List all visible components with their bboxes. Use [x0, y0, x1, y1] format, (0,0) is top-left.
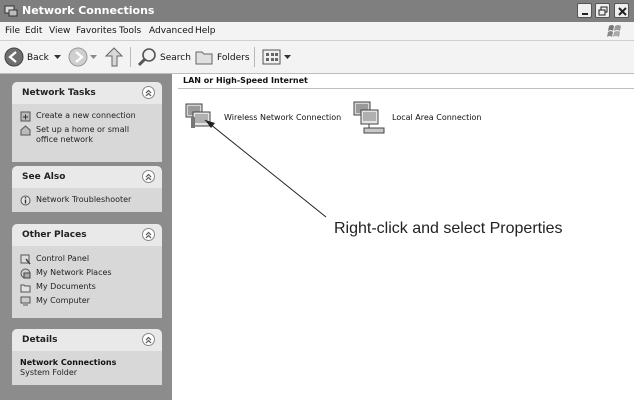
maximize-button[interactable]: [595, 3, 610, 18]
wireless-connection-item[interactable]: Wireless Network Connection: [182, 98, 342, 138]
folders-icon: [195, 51, 213, 65]
menu-bar: File Edit View Favorites Tools Advanced …: [0, 22, 634, 41]
group-divider: [178, 88, 634, 89]
home-network-icon: [20, 125, 31, 136]
details-type: System Folder: [20, 368, 78, 377]
toolbar: Back Search Folders: [0, 41, 634, 74]
minimize-button[interactable]: [577, 3, 592, 18]
network-places-icon: [20, 268, 31, 279]
panel-body: Network Troubleshooter: [12, 188, 162, 212]
help-info-icon: [20, 195, 31, 206]
title-bar: Network Connections: [0, 0, 634, 22]
panel-body: Create a new connection Set up a home or…: [12, 104, 162, 162]
collapse-chevron-icon[interactable]: [142, 86, 155, 99]
collapse-chevron-icon[interactable]: [142, 228, 155, 241]
menu-edit[interactable]: Edit: [25, 24, 42, 38]
task-label: Set up a home or small office network: [36, 125, 130, 144]
panel-title: Network Tasks: [22, 88, 96, 98]
restore-icon: [598, 6, 608, 16]
panel-title: Other Places: [22, 230, 87, 240]
connection-label: Wireless Network Connection: [224, 113, 342, 122]
panel-header[interactable]: Details: [12, 329, 162, 351]
panel-body: Control Panel My Network Places My Docum…: [12, 246, 162, 318]
search-button[interactable]: Search: [135, 44, 191, 70]
menu-view[interactable]: View: [49, 24, 70, 38]
menu-tools[interactable]: Tools: [119, 24, 141, 38]
panel-header[interactable]: Other Places: [12, 224, 162, 246]
menu-favorites[interactable]: Favorites: [76, 24, 117, 38]
folders-button[interactable]: Folders: [192, 44, 250, 70]
up-folder-icon[interactable]: [104, 46, 124, 68]
details-name: Network Connections: [20, 358, 117, 367]
folders-label: Folders: [217, 53, 250, 63]
lan-network-icon: [353, 101, 385, 134]
task-label: Create a new connection: [36, 111, 136, 120]
panel-network-tasks: Network Tasks Create a new connection Se…: [12, 82, 162, 162]
forward-button[interactable]: [68, 44, 98, 70]
back-dropdown-icon[interactable]: [54, 55, 61, 60]
collapse-chevron-icon[interactable]: [142, 170, 155, 183]
task-pane: Network Tasks Create a new connection Se…: [0, 74, 172, 400]
panel-header[interactable]: See Also: [12, 166, 162, 188]
wireless-network-icon: [185, 103, 211, 128]
close-icon: [618, 7, 627, 16]
forward-arrow-icon: [68, 47, 88, 67]
back-label: Back: [27, 53, 49, 63]
annotation-text: Right-click and select Properties: [334, 220, 563, 237]
search-label: Search: [160, 53, 191, 63]
back-arrow-icon: [4, 47, 24, 67]
toolbar-separator: [130, 47, 131, 67]
connection-label: Local Area Connection: [392, 113, 482, 122]
panel-title: See Also: [22, 172, 66, 182]
link-label: My Network Places: [36, 268, 112, 277]
collapse-chevron-icon[interactable]: [142, 333, 155, 346]
back-button[interactable]: Back: [2, 44, 64, 70]
views-button[interactable]: [262, 48, 292, 66]
windows-logo-icon: [607, 25, 621, 37]
panel-other-places: Other Places Control Panel My Network Pl…: [12, 224, 162, 318]
window-title: Network Connections: [22, 4, 155, 17]
group-header: LAN or High-Speed Internet: [183, 76, 308, 85]
computer-icon: [20, 296, 31, 306]
documents-folder-icon: [20, 284, 31, 293]
panel-see-also: See Also Network Troubleshooter: [12, 166, 162, 212]
toolbar-separator: [254, 47, 255, 67]
menu-help[interactable]: Help: [195, 24, 216, 38]
link-label: My Documents: [36, 282, 96, 291]
panel-details: Details Network Connections System Folde…: [12, 329, 162, 385]
search-icon: [137, 48, 156, 67]
menu-advanced[interactable]: Advanced: [149, 24, 193, 38]
close-button[interactable]: [614, 3, 629, 18]
minimize-icon: [582, 13, 588, 15]
menu-file[interactable]: File: [5, 24, 20, 38]
lan-connection-item[interactable]: Local Area Connection: [350, 98, 500, 138]
new-connection-icon: [20, 111, 31, 122]
link-label: Network Troubleshooter: [36, 195, 132, 204]
panel-body: Network Connections System Folder: [12, 351, 162, 385]
panel-header[interactable]: Network Tasks: [12, 82, 162, 104]
control-panel-icon: [20, 254, 31, 265]
network-connections-icon: [4, 5, 18, 17]
views-dropdown-icon: [284, 55, 291, 59]
panel-title: Details: [22, 335, 58, 345]
link-label: Control Panel: [36, 254, 90, 263]
forward-dropdown-icon[interactable]: [90, 55, 97, 60]
views-icon: [262, 49, 281, 65]
link-label: My Computer: [36, 296, 90, 305]
